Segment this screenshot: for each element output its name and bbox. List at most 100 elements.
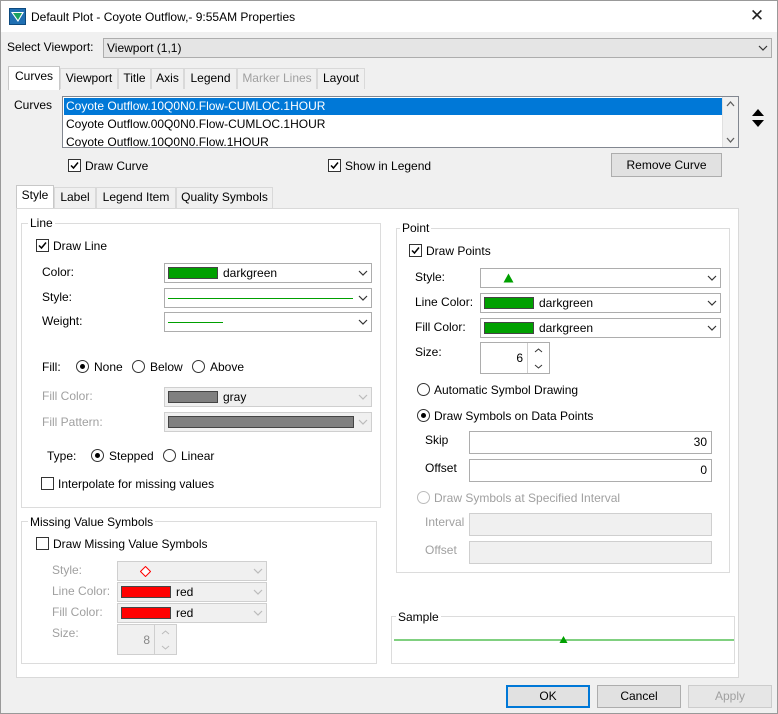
chevron-down-icon [707,275,717,281]
tab-label[interactable]: Label [54,187,96,208]
interval-input [469,513,712,536]
tab-viewport[interactable]: Viewport [60,68,118,89]
title-bar: Default Plot - Coyote Outflow,- 9:55AM P… [1,1,777,32]
scroll-down-icon[interactable] [726,137,735,143]
spin-up-icon [161,630,170,635]
remove-curve-button[interactable]: Remove Curve [611,153,722,177]
offset-input[interactable]: 0 [469,459,712,482]
tab-curves[interactable]: Curves [8,66,60,90]
draw-line-label: Draw Line [53,239,108,253]
fill-label: Fill: [42,360,61,374]
missing-size-stepper: 8 [117,624,177,655]
draw-missing-label: Draw Missing Value Symbols [53,537,208,551]
spin-down-icon[interactable] [534,364,543,369]
spin-up-icon[interactable] [534,348,543,353]
point-size-label: Size: [415,345,442,359]
fill-color-value: gray [223,390,247,404]
sample-preview [394,636,734,643]
show-in-legend-checkbox[interactable] [328,159,341,172]
point-line-color-dropdown[interactable]: darkgreen [480,293,721,313]
app-icon [9,8,26,25]
fill-none-label: None [94,360,123,374]
tab-legend[interactable]: Legend [184,68,237,89]
missing-size-value: 8 [143,632,150,647]
offset-label: Offset [425,461,457,475]
type-stepped-label: Stepped [109,449,154,463]
fill-color-swatch [168,391,218,403]
point-fill-color-value: darkgreen [539,321,594,335]
type-label: Type: [47,449,77,463]
point-fill-color-dropdown[interactable]: darkgreen [480,318,721,338]
line-style-dropdown[interactable] [164,288,372,308]
line-style-preview [168,298,353,299]
cancel-button[interactable]: Cancel [597,685,681,708]
diamond-icon [140,566,151,577]
interpolate-label: Interpolate for missing values [58,477,215,491]
list-item[interactable]: Coyote Outflow.10Q0N0.Flow-CUMLOC.1HOUR [64,98,723,115]
auto-symbol-radio[interactable] [417,383,430,396]
properties-dialog: Default Plot - Coyote Outflow,- 9:55AM P… [0,0,778,714]
fill-above-radio[interactable] [192,360,205,373]
fill-below-radio[interactable] [132,360,145,373]
tab-legend-item[interactable]: Legend Item [96,187,176,208]
draw-curve-label: Draw Curve [85,159,149,173]
list-item[interactable]: Coyote Outflow.10Q0N0.Flow.1HOUR [64,134,723,147]
move-down-icon[interactable] [751,119,765,128]
tab-quality-symbols[interactable]: Quality Symbols [176,187,273,208]
checkmark-icon [411,247,420,255]
sample-title: Sample [396,610,441,624]
point-fill-color-label: Fill Color: [415,320,466,334]
tab-axis[interactable]: Axis [151,68,184,89]
tab-layout[interactable]: Layout [317,68,365,89]
point-group-title: Point [400,221,432,235]
tab-title[interactable]: Title [118,68,151,89]
interpolate-checkbox[interactable] [41,477,54,490]
fill-color-label: Fill Color: [42,389,93,403]
point-style-dropdown[interactable] [480,268,721,288]
point-size-stepper[interactable]: 6 [480,342,550,374]
interval-label: Interval [425,515,465,529]
symbols-on-data-radio[interactable] [417,409,430,422]
checkmark-icon [38,242,47,250]
point-line-color-swatch [484,297,534,309]
curves-list[interactable]: Coyote Outflow.10Q0N0.Flow-CUMLOC.1HOUR … [62,96,739,148]
line-color-swatch [168,267,218,279]
line-group-title: Line [28,216,55,230]
tab-style[interactable]: Style [16,185,54,209]
close-icon[interactable]: ✕ [745,5,769,27]
ok-button[interactable]: OK [506,685,590,708]
type-linear-radio[interactable] [163,449,176,462]
point-line-color-value: darkgreen [539,296,594,310]
chevron-down-icon [358,319,368,325]
missing-fill-color-dropdown: red [117,603,267,623]
curves-scrollbar[interactable] [722,97,738,147]
viewport-dropdown[interactable]: Viewport (1,1) [103,38,772,58]
line-weight-dropdown[interactable] [164,312,372,332]
chevron-down-icon [358,295,368,301]
chevron-down-icon [758,45,768,51]
symbols-interval-radio [417,491,430,504]
auto-symbol-label: Automatic Symbol Drawing [434,383,579,397]
missing-style-label: Style: [52,563,83,577]
draw-line-checkbox[interactable] [36,239,49,252]
interval-offset-label: Offset [425,543,457,557]
missing-line-color-dropdown: red [117,582,267,602]
skip-input[interactable]: 30 [469,431,712,454]
skip-label: Skip [425,433,449,447]
scroll-up-icon[interactable] [726,101,735,107]
missing-fill-color-value: red [176,606,194,620]
point-style-label: Style: [415,270,446,284]
fill-none-radio[interactable] [76,360,89,373]
type-stepped-radio[interactable] [91,449,104,462]
line-weight-label: Weight: [42,314,83,328]
draw-points-label: Draw Points [426,244,491,258]
line-color-value: darkgreen [223,266,278,280]
draw-points-checkbox[interactable] [409,244,422,257]
fill-color-dropdown: gray [164,387,372,407]
draw-curve-checkbox[interactable] [68,159,81,172]
line-color-dropdown[interactable]: darkgreen [164,263,372,283]
draw-missing-checkbox[interactable] [36,537,49,550]
list-item[interactable]: Coyote Outflow.00Q0N0.Flow-CUMLOC.1HOUR [64,116,723,133]
point-size-spinner[interactable] [527,343,549,373]
move-up-icon[interactable] [751,108,765,117]
